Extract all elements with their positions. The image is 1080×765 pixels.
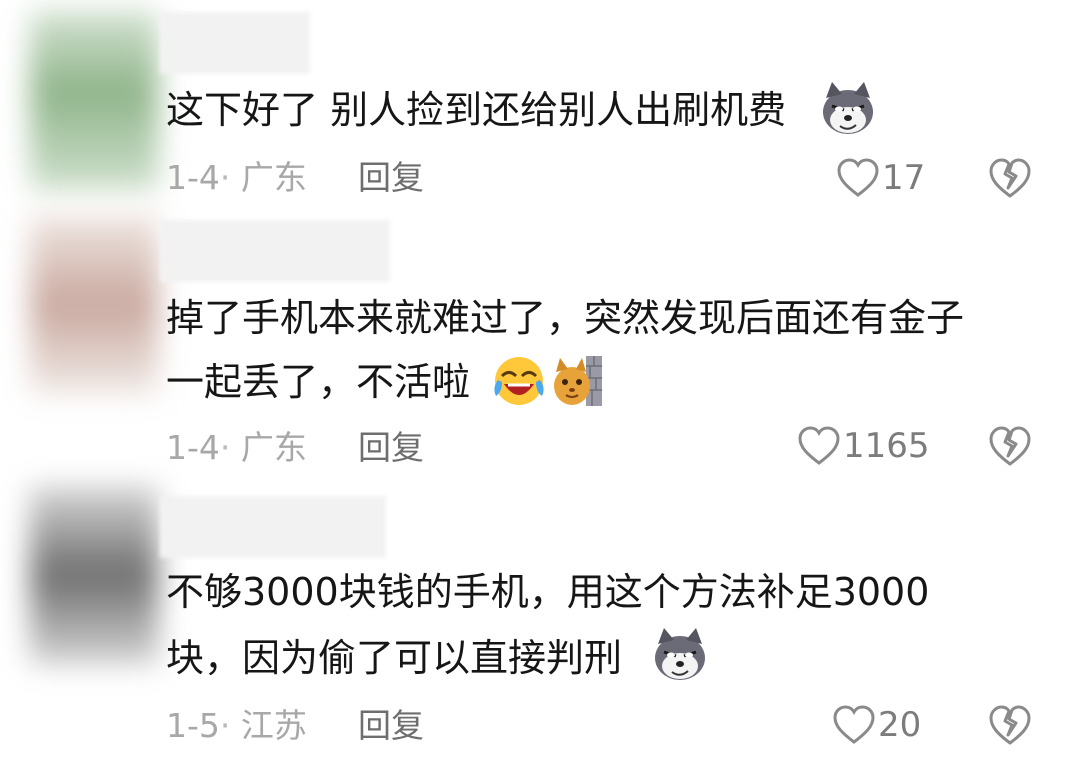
reply-button[interactable]: 回复	[358, 428, 424, 468]
cat-peek-emoji-icon	[552, 354, 604, 412]
laugh-cry-emoji-icon	[492, 354, 546, 412]
wolf-emoji-icon	[652, 628, 708, 686]
avatar[interactable]	[30, 485, 158, 665]
reply-button[interactable]: 回复	[358, 158, 424, 198]
avatar[interactable]	[30, 10, 158, 190]
comment-text: 这下好了 别人捡到还给别人出刷机费	[166, 88, 787, 132]
comment-meta: 1-4· 广东	[166, 158, 307, 197]
reply-button[interactable]: 回复	[358, 706, 424, 746]
comment-location: 江苏	[240, 706, 307, 745]
like-count: 17	[882, 158, 926, 198]
wolf-emoji-icon	[820, 82, 876, 140]
comment-text: 不够3000块钱的手机，用这个方法补足3000	[166, 570, 930, 614]
heart-outline-icon	[837, 158, 879, 197]
broken-heart-icon	[989, 705, 1031, 745]
username-redacted[interactable]	[160, 496, 386, 558]
comment-meta: 1-4· 广东	[166, 428, 307, 467]
dislike-button[interactable]	[988, 156, 1032, 200]
dislike-button[interactable]	[988, 424, 1032, 468]
like-button[interactable]: 1165	[797, 424, 930, 468]
broken-heart-icon	[989, 426, 1031, 466]
comment-text: 掉了手机本来就难过了，突然发现后面还有金子	[166, 296, 965, 340]
comment-text: 一起丢了，不活啦	[166, 360, 471, 404]
username-redacted[interactable]	[160, 12, 310, 74]
comment-text: 块，因为偷了可以直接判刑	[166, 636, 623, 680]
heart-outline-icon	[833, 705, 875, 744]
comment-date: 1-4	[166, 158, 220, 197]
comment-date: 1-5	[166, 706, 220, 745]
like-button[interactable]: 20	[832, 703, 921, 747]
username-redacted[interactable]	[160, 220, 390, 282]
comment-location: 广东	[240, 428, 307, 467]
comment-list: 这下好了 别人捡到还给别人出刷机费 1-4· 广东 回复 17 掉了手机本来就难…	[0, 0, 1080, 765]
broken-heart-icon	[989, 158, 1031, 198]
comment-location: 广东	[240, 158, 307, 197]
like-button[interactable]: 17	[836, 156, 925, 200]
comment-date: 1-4	[166, 428, 220, 467]
heart-outline-icon	[798, 426, 840, 465]
like-count: 20	[878, 705, 922, 745]
comment-meta: 1-5· 江苏	[166, 706, 307, 745]
avatar[interactable]	[30, 215, 158, 395]
dislike-button[interactable]	[988, 703, 1032, 747]
like-count: 1165	[843, 426, 930, 466]
